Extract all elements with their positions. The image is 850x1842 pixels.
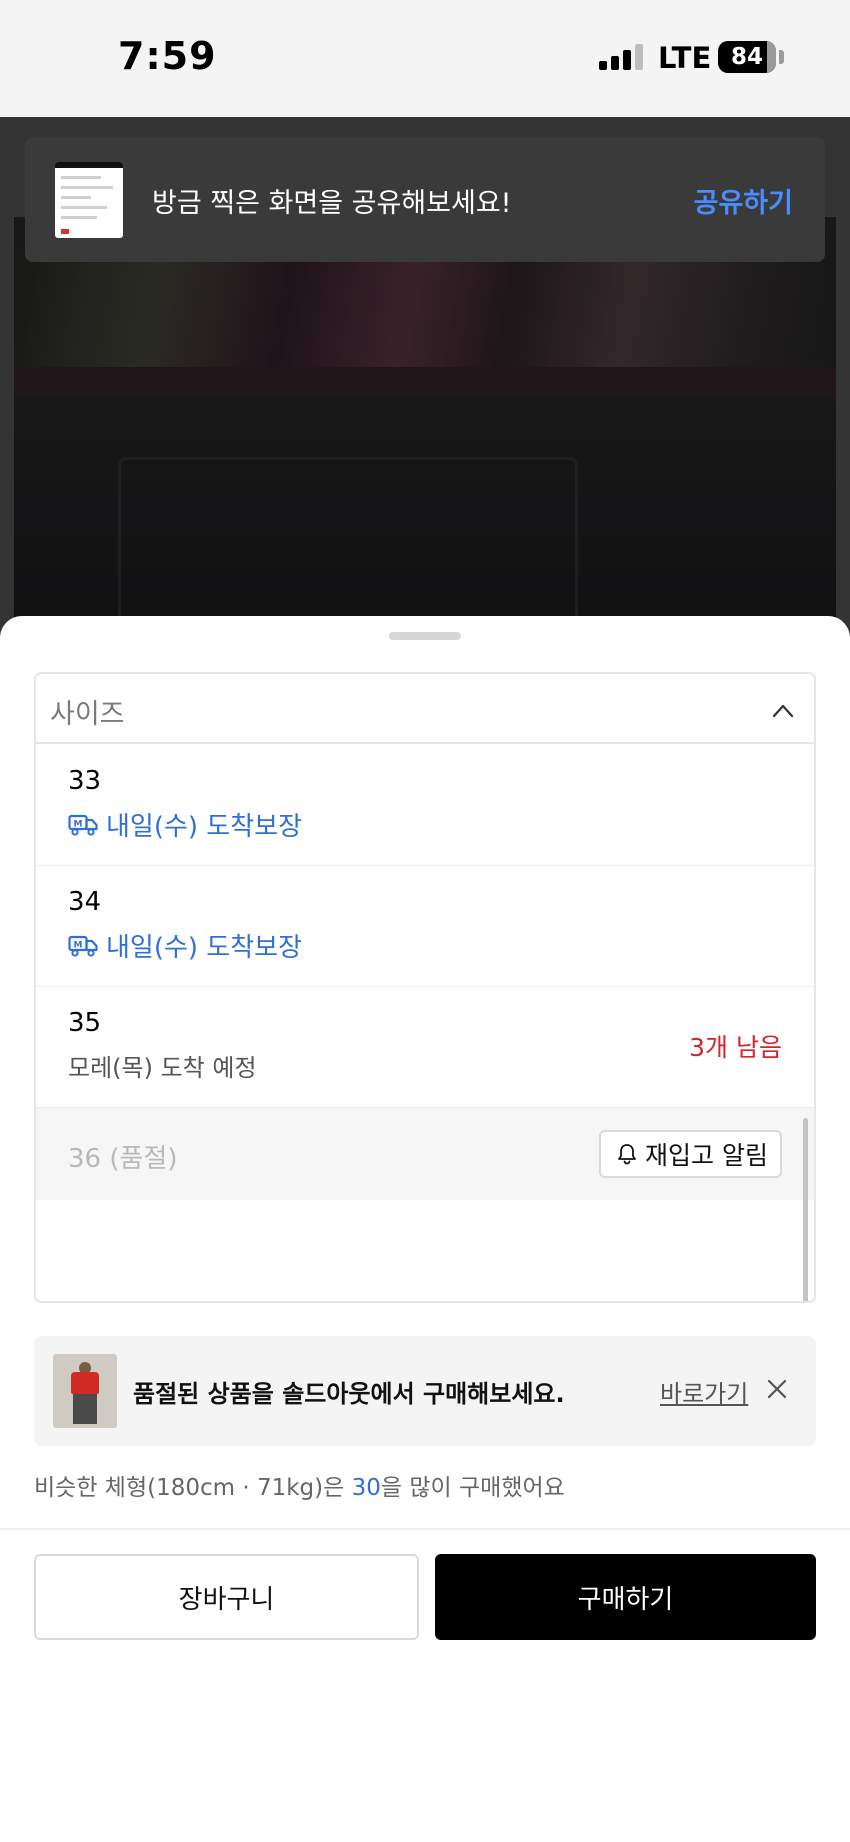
recommendation-prefix: 비슷한 체형(180cm · 71kg)은 xyxy=(34,1475,352,1501)
close-icon[interactable] xyxy=(766,1378,788,1400)
add-to-cart-button[interactable]: 장바구니 xyxy=(34,1554,419,1640)
size-value: 34 xyxy=(68,887,102,917)
battery-nub xyxy=(779,50,784,64)
bell-icon xyxy=(618,1144,636,1165)
delivery-guarantee: M 내일(수) 도착보장 xyxy=(68,806,302,843)
option-bottom-sheet: 사이즈 33 M 내일(수) 도착보장 34 M 내일(수) 도착보장 35 모… xyxy=(0,616,850,1842)
size-option-35[interactable]: 35 모레(목) 도착 예정 3개 남음 xyxy=(36,988,814,1108)
battery-icon: 84 xyxy=(718,41,776,73)
size-value: 33 xyxy=(68,766,102,796)
divider xyxy=(0,1528,850,1530)
size-dropdown-header[interactable]: 사이즈 xyxy=(36,674,814,744)
recommendation-suffix: 을 많이 구매했어요 xyxy=(380,1475,565,1501)
soldout-size-label: 36 (품절) xyxy=(68,1144,178,1174)
delivery-guarantee: M 내일(수) 도착보장 xyxy=(68,927,302,964)
restock-alert-label: 재입고 알림 xyxy=(645,1141,768,1170)
soldout-promo-banner: 품절된 상품을 솔드아웃에서 구매해보세요. 바로가기 xyxy=(34,1336,816,1446)
banner-product-thumbnail xyxy=(53,1354,117,1428)
restock-alert-button[interactable]: 재입고 알림 xyxy=(599,1130,782,1178)
size-option-33[interactable]: 33 M 내일(수) 도착보장 xyxy=(36,746,814,866)
svg-text:M: M xyxy=(74,940,83,950)
chevron-up-icon xyxy=(772,704,794,718)
screenshot-share-toast: 방금 찍은 화면을 공유해보세요! 공유하기 xyxy=(25,137,825,262)
buy-now-button[interactable]: 구매하기 xyxy=(435,1554,816,1640)
recommended-size: 30 xyxy=(351,1475,381,1501)
size-value: 35 xyxy=(68,1008,102,1038)
status-time: 7:59 xyxy=(118,34,217,78)
sheet-grab-handle[interactable] xyxy=(389,632,461,640)
size-option-36-soldout: 36 (품절) 재입고 알림 xyxy=(36,1108,814,1200)
signal-icon xyxy=(599,44,643,70)
stock-remaining: 3개 남음 xyxy=(689,1033,782,1062)
status-bar: 7:59 LTE 84 xyxy=(0,0,850,117)
battery-percent: 84 xyxy=(730,44,763,70)
delivery-text: 내일(수) 도착보장 xyxy=(106,933,302,963)
delivery-truck-icon: M xyxy=(68,814,98,836)
share-message: 방금 찍은 화면을 공유해보세요! xyxy=(152,188,512,219)
screenshot-thumbnail[interactable] xyxy=(55,162,123,238)
size-dropdown-label: 사이즈 xyxy=(50,699,125,730)
banner-message: 품절된 상품을 솔드아웃에서 구매해보세요. xyxy=(133,1380,565,1408)
svg-text:M: M xyxy=(74,819,83,829)
size-list-scrollbar[interactable] xyxy=(803,1118,808,1301)
size-option-34[interactable]: 34 M 내일(수) 도착보장 xyxy=(36,867,814,987)
banner-shortcut-link[interactable]: 바로가기 xyxy=(660,1374,748,1409)
network-type: LTE xyxy=(658,41,712,75)
delivery-text: 내일(수) 도착보장 xyxy=(106,812,302,842)
size-dropdown: 사이즈 33 M 내일(수) 도착보장 34 M 내일(수) 도착보장 35 모… xyxy=(34,672,816,1303)
size-option-list[interactable]: 33 M 내일(수) 도착보장 34 M 내일(수) 도착보장 35 모레(목)… xyxy=(36,746,814,1301)
delivery-truck-icon: M xyxy=(68,935,98,957)
size-recommendation: 비슷한 체형(180cm · 71kg)은 30을 많이 구매했어요 xyxy=(34,1468,565,1502)
delivery-eta: 모레(목) 도착 예정 xyxy=(68,1054,257,1082)
share-button[interactable]: 공유하기 xyxy=(694,181,793,220)
